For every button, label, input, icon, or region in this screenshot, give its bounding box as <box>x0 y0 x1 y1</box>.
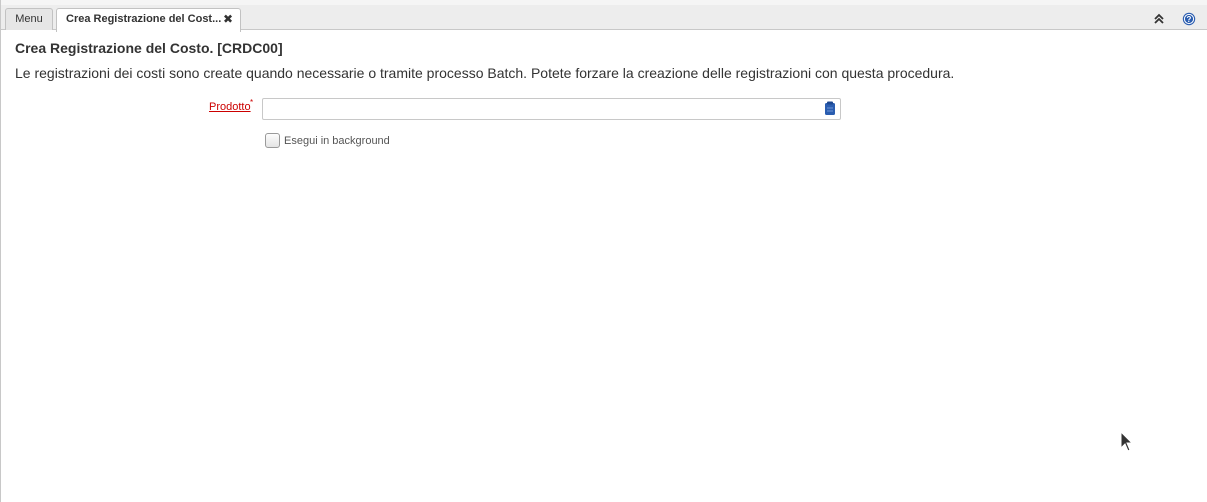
help-icon[interactable]: ? <box>1182 12 1196 26</box>
tab-bar: Menu Crea Registrazione del Cost... ✖ ? <box>1 0 1207 32</box>
product-input[interactable] <box>262 98 841 120</box>
mouse-cursor-icon <box>1120 431 1133 452</box>
background-checkbox-label: Esegui in background <box>284 135 390 147</box>
tab-menu[interactable]: Menu <box>5 8 53 30</box>
product-field-label[interactable]: Prodotto <box>209 101 251 113</box>
svg-text:?: ? <box>1187 15 1192 24</box>
close-icon[interactable]: ✖ <box>223 9 233 29</box>
tab-menu-label: Menu <box>15 13 43 25</box>
tab-active-label: Crea Registrazione del Cost... <box>66 13 222 25</box>
lookup-icon[interactable] <box>824 101 836 116</box>
double-chevron-up-icon[interactable] <box>1152 12 1166 26</box>
page-description: Le registrazioni dei costi sono create q… <box>15 65 955 81</box>
page-title: Crea Registrazione del Costo. [CRDC00] <box>15 40 283 56</box>
window-frame: Menu Crea Registrazione del Cost... ✖ ? … <box>0 0 1207 502</box>
background-checkbox[interactable] <box>265 133 280 148</box>
required-marker: * <box>250 98 254 107</box>
tab-crea-registrazione[interactable]: Crea Registrazione del Cost... ✖ <box>56 8 241 32</box>
